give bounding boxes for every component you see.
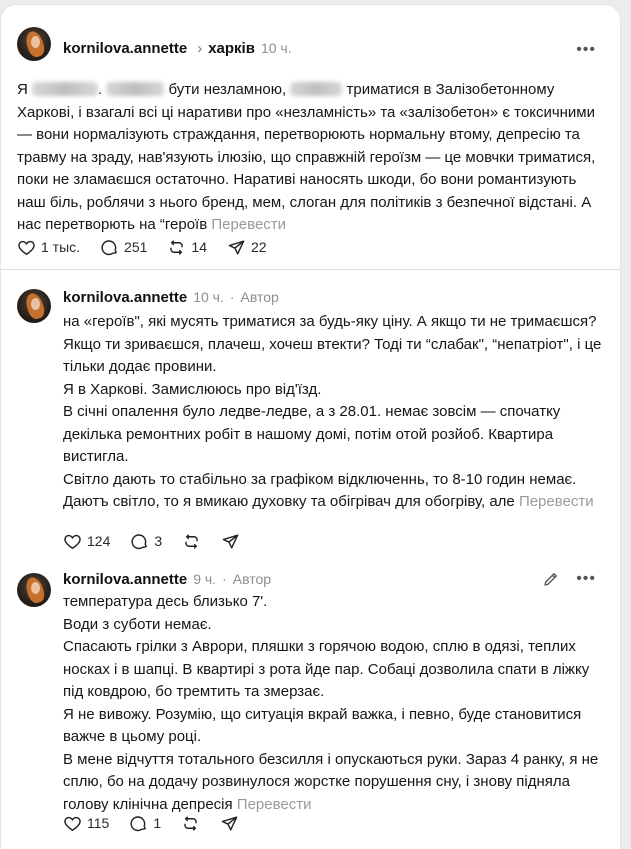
username[interactable]: kornilova.annette — [63, 571, 187, 588]
comment-button[interactable]: 3 — [130, 531, 162, 551]
share-count: 22 — [250, 239, 267, 255]
reply-post: kornilova.annette 9 ч. · Автор ••• темпе… — [1, 557, 620, 847]
avatar[interactable] — [17, 289, 51, 323]
share-button[interactable]: 22 — [227, 237, 267, 257]
action-bar: 1 тыс. 251 14 22 — [17, 237, 287, 257]
translate-link[interactable]: Перевести — [519, 493, 594, 510]
redacted-blur — [32, 82, 99, 96]
main-post: kornilova.annette › харків 10 ч. ••• Я .… — [1, 5, 620, 267]
paragraph: температура десь близько 7'. — [63, 593, 268, 610]
post-text: на «героїв", які мусять триматися за буд… — [63, 311, 603, 514]
repost-arrows-icon — [170, 239, 184, 255]
separator-dot: · — [222, 571, 227, 587]
paragraph: Спасають грілки з Аврори, пляшки з горяч… — [63, 638, 590, 700]
paper-plane-icon — [221, 815, 238, 831]
paragraph-text: Світло дають то стабільно за графіком ві… — [63, 470, 577, 511]
post-header: kornilova.annette 9 ч. · Автор — [63, 569, 271, 589]
comment-button[interactable]: 251 — [100, 237, 147, 257]
like-count: 124 — [87, 533, 111, 549]
paragraph: Я в Харкові. Замислююсь про від'їзд. — [63, 380, 322, 398]
reply-post: kornilova.annette 10 ч. · Автор на «геро… — [1, 275, 620, 555]
post-header: kornilova.annette › харків 10 ч. — [63, 38, 292, 58]
like-count: 1 тыс. — [41, 239, 81, 255]
post-text: Я . бути незламною, триматися в Залізобе… — [17, 79, 597, 237]
text-fragment: триматися в Залізобетонному Харкові, і в… — [17, 81, 596, 233]
redacted-blur — [106, 82, 165, 96]
threads-feed-card: kornilova.annette › харків 10 ч. ••• Я .… — [0, 4, 621, 849]
redacted-blur — [290, 82, 343, 96]
paragraph: Світло дають то стабільно за графіком ві… — [63, 469, 603, 514]
author-badge: Автор — [240, 289, 279, 305]
separator-dot: · — [229, 289, 235, 305]
share-button[interactable] — [221, 531, 240, 551]
like-button[interactable]: 1 тыс. — [17, 237, 80, 257]
text-fragment: Я — [17, 81, 28, 98]
pencil-icon[interactable] — [542, 570, 560, 588]
repost-button[interactable]: 14 — [167, 237, 207, 257]
paragraph: Я не вивожу. Розумію, що ситуація вкрай … — [63, 705, 582, 746]
repost-button[interactable] — [182, 531, 201, 551]
like-button[interactable]: 115 — [63, 813, 109, 833]
paragraph-text: В мене відчуття тотального безсилля і оп… — [63, 750, 599, 813]
repost-count: 14 — [191, 239, 207, 255]
timestamp: 10 ч. — [260, 40, 292, 56]
username[interactable]: kornilova.annette — [63, 289, 187, 306]
comment-button[interactable]: 1 — [129, 813, 161, 833]
paper-plane-icon — [222, 533, 239, 549]
author-badge: Автор — [232, 571, 272, 587]
post-header: kornilova.annette 10 ч. · Автор — [63, 287, 279, 307]
avatar[interactable] — [17, 573, 51, 607]
divider — [1, 269, 620, 270]
like-count: 115 — [87, 815, 110, 831]
heart-icon — [64, 534, 81, 549]
timestamp: 10 ч. — [193, 289, 224, 305]
paragraph: Води з суботи немає. — [63, 615, 212, 633]
paper-plane-icon — [228, 239, 245, 255]
timestamp: 9 ч. — [193, 571, 217, 587]
comment-count: 3 — [154, 533, 163, 549]
text-fragment: бути незламною, — [168, 81, 287, 98]
like-button[interactable]: 124 — [63, 531, 110, 551]
ellipsis-icon[interactable]: ••• — [576, 41, 596, 59]
repost-button[interactable] — [181, 813, 200, 833]
paragraph: на «героїв", які мусять триматися за буд… — [63, 313, 602, 375]
avatar[interactable] — [17, 27, 51, 61]
translate-link[interactable]: Перевести — [237, 796, 312, 813]
username[interactable]: kornilova.annette — [63, 40, 187, 57]
speech-bubble-icon — [101, 239, 117, 255]
comment-count: 1 — [153, 815, 162, 831]
action-bar: 115 1 — [63, 813, 259, 833]
text-fragment: . — [98, 81, 107, 98]
ellipsis-icon[interactable]: ••• — [576, 570, 596, 588]
speech-bubble-icon — [130, 815, 147, 831]
share-button[interactable] — [220, 813, 239, 833]
paragraph: В січні опалення було ледве-ледве, а з 2… — [63, 403, 561, 465]
heart-icon — [18, 240, 35, 255]
repost-arrows-icon — [184, 815, 197, 831]
heart-icon — [64, 816, 81, 831]
topic-tag[interactable]: харків — [208, 40, 255, 57]
translate-link[interactable]: Перевести — [211, 216, 286, 233]
paragraph: В мене відчуття тотального безсилля і оп… — [63, 749, 603, 817]
chevron-right-icon: › — [197, 39, 203, 57]
comment-count: 251 — [124, 239, 148, 255]
repost-arrows-icon — [185, 533, 198, 549]
post-text: температура десь близько 7'. Води з субо… — [63, 591, 603, 816]
speech-bubble-icon — [131, 533, 148, 549]
action-bar: 124 3 — [63, 531, 260, 551]
